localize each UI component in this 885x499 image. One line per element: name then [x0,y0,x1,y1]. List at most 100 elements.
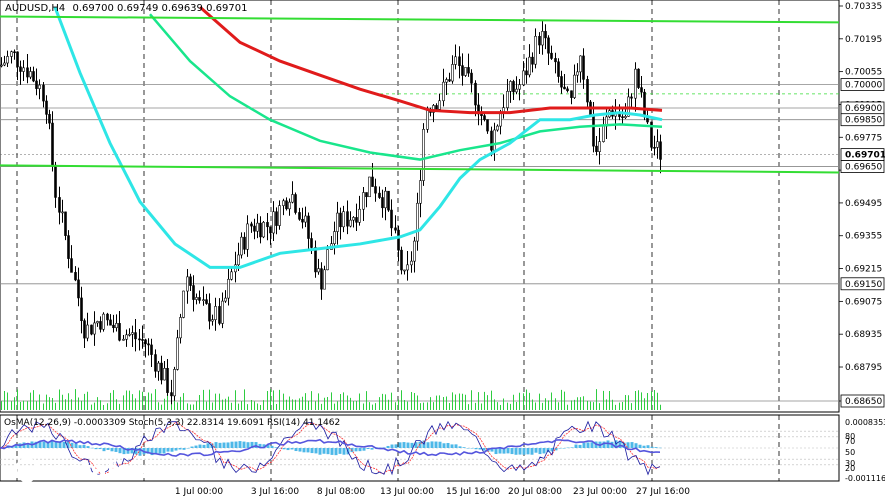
candle-body [106,313,109,321]
candle-body [288,201,291,210]
candle-body [227,278,230,299]
price-chart[interactable]: AUDUSD,H4 0.69700 0.69749 0.69639 0.6970… [0,0,885,499]
osma-bar [562,448,566,449]
candle-body [74,272,77,281]
osma-bar [506,448,510,454]
candle-body [397,229,400,251]
osma-bar [222,442,226,448]
candle-body [496,125,499,131]
candle-body [582,55,585,80]
x-tick-label: 27 Jul 16:00 [636,487,690,497]
candle-body [387,190,390,211]
osma-bar [498,448,502,454]
osma-bar [194,445,198,448]
candle-body [323,269,326,290]
osma-bar [234,441,238,448]
osma-bar [82,444,86,448]
osma-bar [186,448,190,449]
candle-body [653,146,656,149]
candle-body [208,303,211,322]
candle-body [170,392,173,397]
candle-body [435,105,438,110]
candle-body [486,119,489,132]
osma-bar [274,447,278,448]
candle-body [403,269,406,272]
candle-body [224,297,227,302]
osma-bar [306,448,310,453]
osma-bar [642,445,646,448]
candle-body [560,76,563,88]
osma-bar [270,445,274,448]
osma-bar [246,442,250,448]
candle-body [131,332,134,335]
level-label: 0.69150 [845,280,882,290]
oscillator-axis: 0.00083538070503020-0.001116 [845,418,885,483]
osma-bar [558,448,562,449]
chart-root: AUDUSD,H4 0.69700 0.69749 0.69639 0.6970… [0,0,885,499]
osma-bar [154,448,158,454]
osma-bar [362,448,366,451]
candle-body [198,297,201,301]
candle-body [51,122,54,166]
osma-bar [634,443,638,448]
candle-body [422,129,425,181]
candle-body [115,323,118,329]
osma-bar [510,448,514,455]
osma-bar [570,447,574,448]
candle-body [32,71,35,82]
candle-body [541,31,544,46]
candle-body [112,324,115,329]
candle-body [6,56,9,64]
osma-bar [534,448,538,453]
osma-bar [106,448,110,450]
candle-body [630,96,633,99]
y-tick-label: 0.68935 [845,330,882,340]
candle-body [371,176,374,187]
x-tick-label: 8 Jul 08:00 [317,487,366,497]
candle-body [166,367,169,393]
candle-body [176,337,179,370]
indicator-header: OsMA(12,26,9) -0.0003309 Stoch(5,3,3) 22… [4,418,340,428]
candle-body [150,344,153,355]
candle-body [230,271,233,280]
candle-body [122,338,125,341]
candle-body [362,192,365,210]
oscillator-axis-label: 50 [845,448,855,457]
candle-body [278,205,281,226]
candle-body [99,321,102,330]
candle-body [400,249,403,271]
candle-body [26,67,29,78]
candle-body [438,100,441,110]
candle-body [573,74,576,98]
osma-bar [434,441,438,448]
osma-bar [202,444,206,448]
osma-bar [294,448,298,452]
osma-bar [322,448,326,454]
candle-body [467,67,470,74]
osma-bar [290,448,294,450]
candle-body [451,64,454,82]
candle-body [544,31,547,39]
candle-body [61,211,64,214]
osma-bar [526,448,530,455]
candle-body [394,227,397,231]
osma-bar [638,444,642,448]
osma-bar [162,448,166,454]
candle-body [342,211,345,228]
candle-body [0,64,3,67]
candle-body [410,260,413,266]
osma-bar [354,448,358,452]
candle-body [237,254,240,266]
osma-bar [42,441,46,448]
candle-body [186,276,189,292]
candle-body [534,36,537,65]
candle-body [35,80,38,89]
candle-body [163,367,166,381]
candle-body [80,297,83,322]
oscillator-axis-label: 70 [845,437,855,446]
osma-bar [518,448,522,455]
osma-bar [582,443,586,448]
osma-bar [226,442,230,448]
candle-body [643,91,646,118]
x-tick-label: 23 Jul 00:00 [573,487,627,497]
